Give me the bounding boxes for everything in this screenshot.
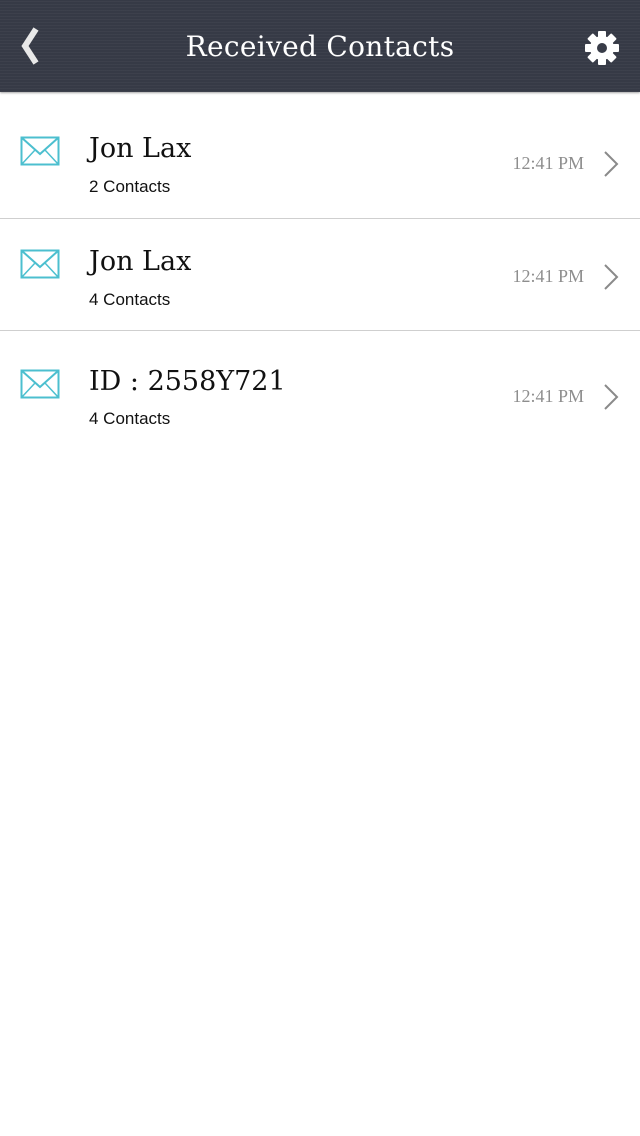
envelope-icon [20,136,60,166]
contact-name: Jon Lax [89,246,192,277]
envelope-icon [20,249,60,279]
received-time: 12:41 PM [512,266,584,286]
list-item[interactable]: Jon Lax 4 Contacts 12:41 PM [0,219,640,331]
contact-name: Jon Lax [89,133,192,164]
chevron-right-icon [604,384,619,410]
received-time: 12:41 PM [512,153,584,173]
received-contacts-list: Jon Lax 2 Contacts 12:41 PM Jon Lax 4 Co… [0,92,640,451]
list-item[interactable]: Jon Lax 2 Contacts 12:41 PM [0,92,640,219]
chevron-right-icon [604,264,619,290]
contact-count: 4 Contacts [89,290,171,309]
chevron-left-icon [21,27,39,65]
chevron-right-icon [604,151,619,177]
list-item[interactable]: ID : 2558Y721 4 Contacts 12:41 PM [0,331,640,451]
page-title: Received Contacts [185,29,455,63]
navigation-bar: Received Contacts [0,0,640,92]
received-time: 12:41 PM [512,386,584,406]
back-button[interactable] [10,20,50,72]
contact-count: 2 Contacts [89,177,171,196]
contact-count: 4 Contacts [89,409,171,428]
envelope-icon [20,369,60,399]
app-screen: Received Contacts Jon Lax 2 Contacts 12:… [0,0,640,1136]
settings-button[interactable] [582,28,622,68]
contact-name: ID : 2558Y721 [89,366,286,397]
gear-icon [585,31,619,65]
